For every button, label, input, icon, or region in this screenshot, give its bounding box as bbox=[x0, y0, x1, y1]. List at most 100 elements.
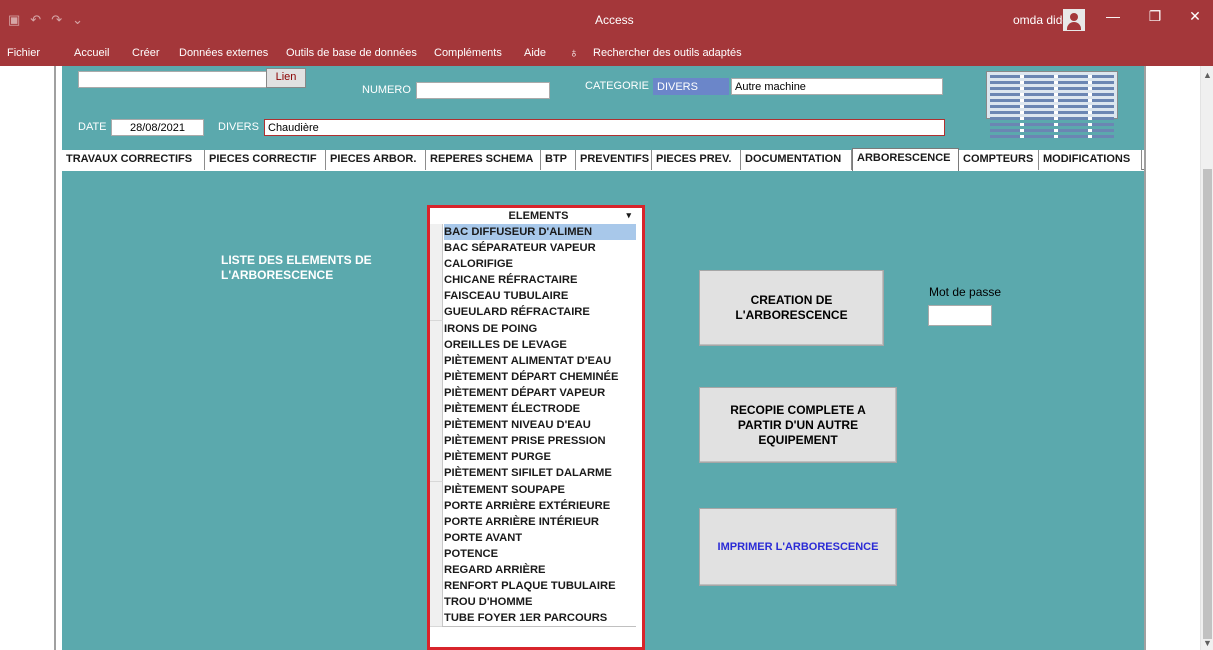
scroll-up-icon[interactable]: ▲ bbox=[1203, 70, 1212, 80]
list-item[interactable]: PORTE AVANT bbox=[430, 529, 642, 547]
tab-documentation[interactable]: DOCUMENTATION bbox=[741, 150, 852, 170]
list-item[interactable]: PIÈTEMENT SOUPAPE bbox=[430, 481, 642, 499]
list-item-label: PIÈTEMENT SIFILET DALARME bbox=[444, 467, 612, 480]
tab-arborescence[interactable]: ARBORESCENCE bbox=[852, 148, 959, 171]
avatar[interactable] bbox=[1063, 9, 1085, 31]
recopie-label-line-2: PARTIR D'UN AUTRE bbox=[737, 417, 859, 432]
list-item[interactable]: TUBE FOYER 1ER PARCOURS bbox=[430, 610, 642, 628]
divers-field[interactable]: Chaudière bbox=[264, 119, 945, 136]
form-tabs: TRAVAUX CORRECTIFS PIECES CORRECTIF PIEC… bbox=[62, 148, 1144, 171]
list-item[interactable]: PIÈTEMENT DÉPART VAPEUR bbox=[430, 384, 642, 403]
list-item-label: PIÈTEMENT SOUPAPE bbox=[444, 483, 566, 496]
list-item[interactable]: GUEULARD RÉFRACTAIRE bbox=[430, 304, 642, 322]
numero-field[interactable] bbox=[416, 82, 550, 99]
creation-arborescence-button[interactable]: CREATION DE L'ARBORESCENCE bbox=[699, 270, 884, 346]
list-item-label: PIÈTEMENT NIVEAU D'EAU bbox=[444, 419, 591, 432]
left-margin bbox=[0, 66, 62, 650]
list-item[interactable]: RENFORT PLAQUE TUBULAIRE bbox=[430, 578, 642, 596]
right-margin bbox=[1144, 66, 1200, 650]
list-item-label: REGARD ARRIÈRE bbox=[444, 563, 546, 576]
lien-field[interactable] bbox=[78, 71, 268, 88]
tab-pieces-arbor[interactable]: PIECES ARBOR. bbox=[326, 150, 426, 170]
list-item[interactable]: REGARD ARRIÈRE bbox=[430, 561, 642, 580]
ribbon-tab-aide[interactable]: Aide bbox=[524, 47, 546, 59]
categorie-field[interactable]: DIVERS bbox=[653, 78, 729, 95]
ribbon-tab-fichier[interactable]: Fichier bbox=[7, 47, 40, 59]
list-item[interactable]: PORTE ARRIÈRE INTÉRIEUR bbox=[430, 513, 642, 531]
list-item-label: PORTE AVANT bbox=[444, 531, 523, 544]
list-item[interactable]: TROU D'HOMME bbox=[430, 594, 642, 612]
password-input[interactable] bbox=[928, 305, 992, 326]
list-item[interactable]: BAC SÉPARATEUR VAPEUR bbox=[430, 240, 642, 258]
list-item[interactable]: IRONS DE POING bbox=[430, 320, 642, 338]
minimize-button[interactable]: — bbox=[1098, 8, 1128, 24]
tab-pieces-correctif[interactable]: PIECES CORRECTIF bbox=[205, 150, 326, 170]
dropdown-arrow-icon[interactable]: ▾ bbox=[626, 210, 631, 221]
list-item-label: CALORIFIGE bbox=[444, 258, 513, 271]
tab-modifications[interactable]: MODIFICATIONS bbox=[1039, 150, 1142, 170]
tab-pieces-prev[interactable]: PIECES PREV. bbox=[652, 150, 741, 170]
creation-label-line-2: L'ARBORESCENCE bbox=[735, 308, 848, 322]
tab-preventifs[interactable]: PREVENTIFS bbox=[576, 150, 652, 170]
list-item[interactable]: CALORIFIGE bbox=[430, 256, 642, 274]
list-item[interactable]: PIÈTEMENT PRISE PRESSION bbox=[430, 433, 642, 451]
list-item-label: PIÈTEMENT ÉLECTRODE bbox=[444, 403, 581, 416]
equipment-thumbnail[interactable] bbox=[986, 71, 1118, 138]
list-header[interactable]: ELEMENTS ▾ bbox=[443, 210, 634, 224]
list-item[interactable]: PORTE ARRIÈRE EXTÉRIEURE bbox=[430, 497, 642, 515]
date-field[interactable]: 28/08/2021 bbox=[111, 119, 204, 136]
list-item[interactable]: PIÈTEMENT PURGE bbox=[430, 449, 642, 467]
list-item-label: PIÈTEMENT PRISE PRESSION bbox=[444, 435, 606, 448]
list-item[interactable]: BAC DIFFUSEUR D'ALIMEN bbox=[430, 224, 642, 242]
ribbon-tab-donnees-externes[interactable]: Données externes bbox=[179, 47, 268, 59]
ribbon-tabs: Fichier Accueil Créer Données externes O… bbox=[0, 40, 1213, 66]
save-icon[interactable]: ▣ bbox=[8, 12, 20, 28]
list-item[interactable]: PIÈTEMENT NIVEAU D'EAU bbox=[430, 417, 642, 435]
list-item-label: TROU D'HOMME bbox=[444, 596, 533, 609]
list-item-label: POTENCE bbox=[444, 547, 499, 560]
list-item-label: CHICANE RÉFRACTAIRE bbox=[444, 274, 578, 287]
restore-button[interactable]: ❐ bbox=[1140, 8, 1170, 25]
categorie-label: CATEGORIE bbox=[585, 80, 649, 92]
scroll-thumb[interactable] bbox=[1203, 169, 1212, 639]
elements-listbox[interactable]: ELEMENTS ▾ BAC DIFFUSEUR D'ALIMEN BAC SÉP… bbox=[427, 205, 645, 650]
left-border bbox=[54, 66, 56, 650]
ribbon-tab-outils-bdd[interactable]: Outils de base de données bbox=[286, 47, 417, 59]
tab-btp[interactable]: BTP bbox=[541, 150, 576, 170]
tab-compteurs[interactable]: COMPTEURS bbox=[959, 150, 1039, 170]
list-item-label: FAISCEAU TUBULAIRE bbox=[444, 290, 569, 303]
list-item[interactable]: PIÈTEMENT ALIMENTAT D'EAU bbox=[430, 352, 642, 370]
list-item[interactable]: FAISCEAU TUBULAIRE bbox=[430, 288, 642, 306]
lien-button[interactable]: Lien bbox=[266, 68, 306, 88]
vertical-scrollbar[interactable]: ▲ ▼ bbox=[1200, 66, 1213, 650]
list-item-label: IRONS DE POING bbox=[444, 322, 538, 335]
ribbon-tab-creer[interactable]: Créer bbox=[132, 47, 160, 59]
imprimer-arborescence-button[interactable]: IMPRIMER L'ARBORESCENCE bbox=[699, 508, 897, 586]
list-item-label: TUBE FOYER 1ER PARCOURS bbox=[444, 612, 608, 625]
list-item[interactable]: PIÈTEMENT ÉLECTRODE bbox=[430, 401, 642, 419]
list-item[interactable]: PIÈTEMENT SIFILET DALARME bbox=[430, 465, 642, 483]
ribbon-search[interactable]: Rechercher des outils adaptés bbox=[593, 47, 742, 59]
recopie-complete-button[interactable]: RECOPIE COMPLETE A PARTIR D'UN AUTRE EQU… bbox=[699, 387, 897, 463]
tab-travaux-correctifs[interactable]: TRAVAUX CORRECTIFS bbox=[62, 150, 205, 170]
list-item-label: OREILLES DE LEVAGE bbox=[444, 338, 567, 351]
ribbon-tab-accueil[interactable]: Accueil bbox=[74, 47, 109, 59]
list-item[interactable]: POTENCE bbox=[430, 545, 642, 563]
list-item-label: PORTE ARRIÈRE EXTÉRIEURE bbox=[444, 499, 611, 512]
list-item[interactable]: PIÈTEMENT DÉPART CHEMINÉE bbox=[430, 368, 642, 386]
close-button[interactable]: ✕ bbox=[1180, 8, 1210, 25]
lightbulb-icon: ♁ bbox=[569, 45, 579, 60]
list-item[interactable]: CHICANE RÉFRACTAIRE bbox=[430, 272, 642, 290]
list-item-label: GUEULARD RÉFRACTAIRE bbox=[444, 306, 590, 319]
list-item[interactable]: OREILLES DE LEVAGE bbox=[430, 336, 642, 354]
ribbon-tab-complements[interactable]: Compléments bbox=[434, 47, 502, 59]
tab-reperes-schema[interactable]: REPERES SCHEMA bbox=[426, 150, 541, 170]
list-item-label: PIÈTEMENT DÉPART VAPEUR bbox=[444, 386, 606, 399]
scroll-down-icon[interactable]: ▼ bbox=[1203, 638, 1212, 648]
user-name[interactable]: omda dido bbox=[1013, 13, 1069, 27]
customize-icon[interactable]: ⌄ bbox=[72, 12, 83, 28]
redo-icon[interactable]: ↷ bbox=[51, 12, 62, 28]
recopie-label-line-3: EQUIPEMENT bbox=[758, 432, 838, 447]
machine-field[interactable]: Autre machine bbox=[731, 78, 943, 95]
undo-icon[interactable]: ↶ bbox=[30, 12, 41, 28]
